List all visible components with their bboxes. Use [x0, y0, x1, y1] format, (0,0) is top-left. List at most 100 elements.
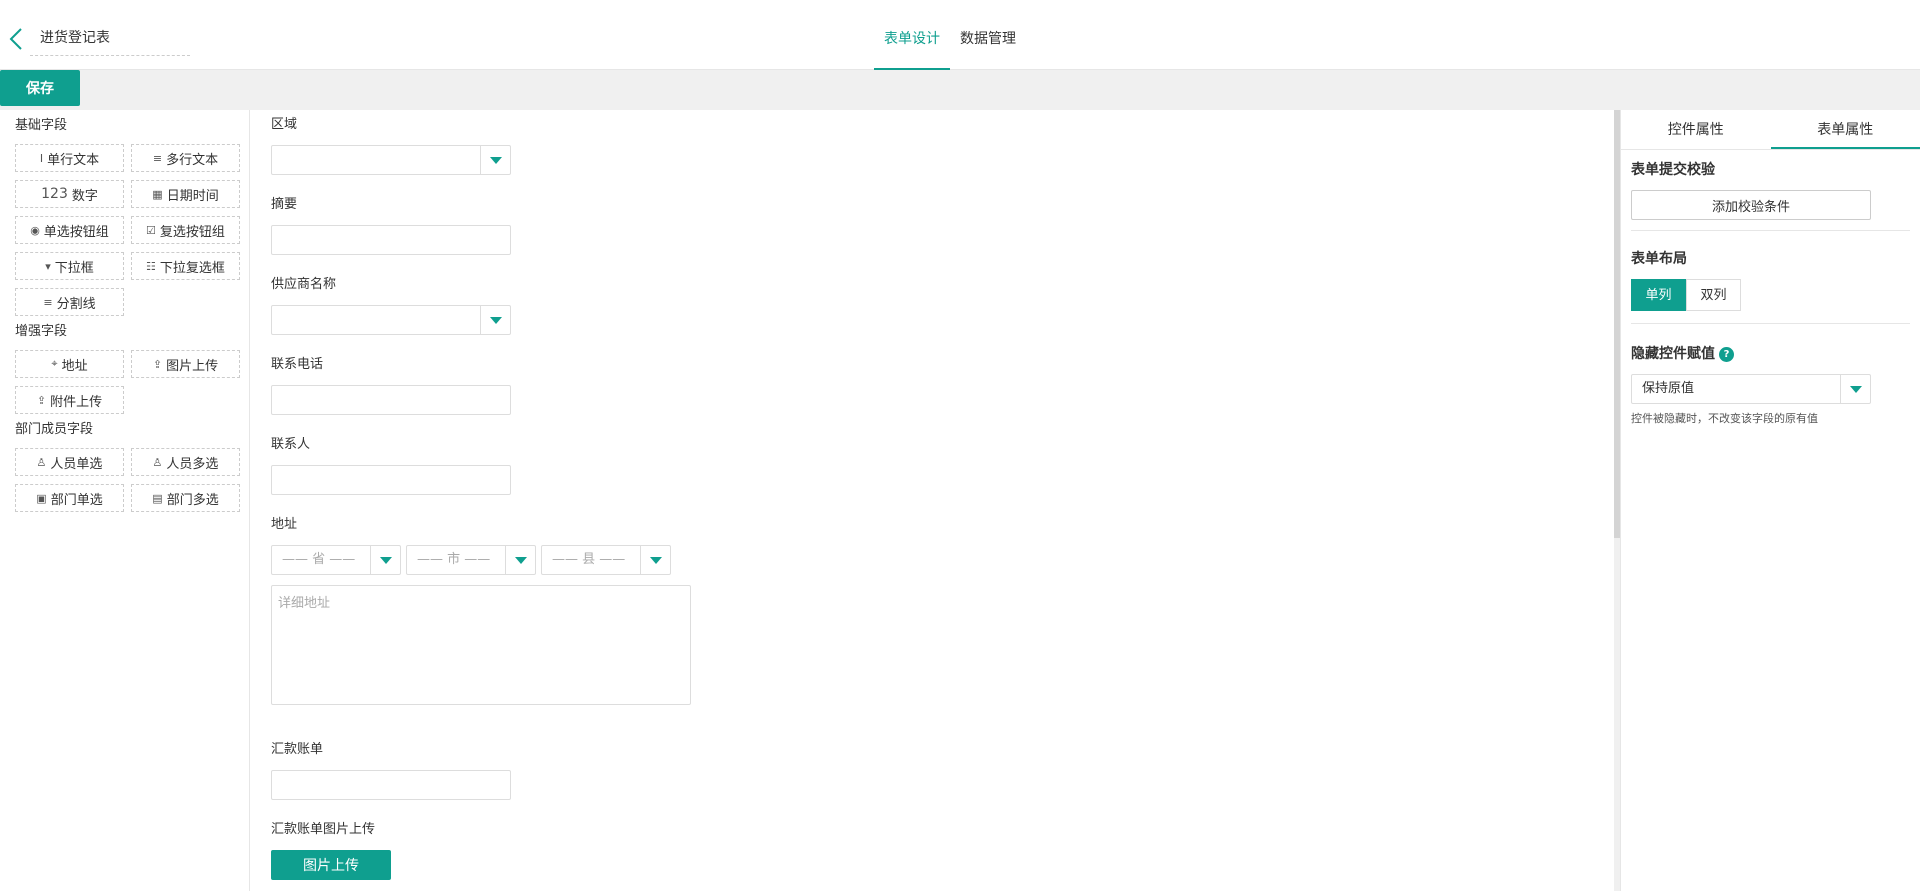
- image-upload-button[interactable]: 图片上传: [271, 850, 391, 880]
- form-field-summary[interactable]: 摘要: [271, 195, 511, 255]
- field-label: 下拉复选框: [159, 260, 225, 276]
- users-icon: ♙: [152, 455, 163, 469]
- form-title[interactable]: 进货登记表: [30, 26, 190, 56]
- field-label: 地址: [271, 517, 298, 532]
- city-select[interactable]: —— 市 ——: [406, 545, 536, 575]
- field-attachment-upload[interactable]: ⇪ 附件上传: [15, 386, 124, 414]
- radio-icon: ◉: [30, 223, 40, 237]
- properties-tabs: 控件属性 表单属性: [1621, 110, 1920, 150]
- phone-input[interactable]: [271, 385, 511, 415]
- dropdown-arrow-icon[interactable]: [505, 546, 535, 574]
- county-select[interactable]: —— 县 ——: [541, 545, 671, 575]
- dropdown-arrow-icon[interactable]: [480, 306, 510, 334]
- field-dropdown-multi[interactable]: ☷ 下拉复选框: [131, 252, 240, 280]
- layout-double-column-button[interactable]: 双列: [1686, 279, 1741, 311]
- province-select[interactable]: —— 省 ——: [271, 545, 401, 575]
- layout-title: 表单布局: [1631, 251, 1687, 267]
- field-radio-group[interactable]: ◉ 单选按钮组: [15, 216, 124, 244]
- field-label: 单行文本: [47, 152, 100, 168]
- text-cursor-icon: I: [39, 151, 44, 165]
- field-checkbox-group[interactable]: ☑ 复选按钮组: [131, 216, 240, 244]
- field-label: 供应商名称: [271, 277, 337, 292]
- tab-data-management[interactable]: 数据管理: [950, 0, 1026, 70]
- field-label: 汇款账单: [271, 742, 324, 757]
- supplier-select[interactable]: [271, 305, 511, 335]
- add-validation-button[interactable]: 添加校验条件: [1631, 190, 1871, 220]
- upload-icon: ⇪: [36, 393, 47, 407]
- hidden-value-selected: 保持原值: [1642, 381, 1695, 396]
- field-image-upload[interactable]: ⇪ 图片上传: [131, 350, 240, 378]
- field-dept-single[interactable]: ▣ 部门单选: [15, 484, 124, 512]
- divider: [1631, 230, 1910, 231]
- header: 进货登记表 表单设计 数据管理: [0, 0, 1920, 70]
- help-icon[interactable]: ?: [1719, 346, 1734, 362]
- field-dropdown[interactable]: ▾ 下拉框: [15, 252, 124, 280]
- form-field-address[interactable]: 地址 —— 省 —— —— 市 —— —— 县 —— 详细地址: [271, 515, 691, 705]
- region-select[interactable]: [271, 145, 511, 175]
- layout-single-column-button[interactable]: 单列: [1631, 279, 1686, 311]
- field-label: 复选按钮组: [159, 224, 225, 240]
- address-selects: —— 省 —— —— 市 —— —— 县 ——: [271, 545, 691, 575]
- form-canvas: 区域 摘要 供应商名称 联系电话 联系人 地址 —— 省 —— —— 市 —— …: [251, 110, 1614, 891]
- field-palette: 基础字段 I 单行文本 ≡ 多行文本 123 数字 ▦ 日期时间 ◉ 单选按钮组 ☑ 复选按…: [0, 110, 250, 891]
- address-detail-textarea[interactable]: 详细地址: [271, 585, 691, 705]
- field-label: 图片上传: [166, 358, 219, 374]
- field-label: 摘要: [271, 197, 298, 212]
- dept-fields-title: 部门成员字段: [15, 422, 94, 437]
- user-icon: ♙: [36, 455, 47, 469]
- dropdown-arrow-icon[interactable]: [480, 146, 510, 174]
- divider-icon: ≡: [43, 295, 53, 309]
- field-divider[interactable]: ≡ 分割线: [15, 288, 124, 316]
- contact-input[interactable]: [271, 465, 511, 495]
- field-address[interactable]: ⌖ 地址: [15, 350, 124, 378]
- field-label: 下拉框: [54, 260, 94, 276]
- field-label: 多行文本: [166, 152, 219, 168]
- field-datetime[interactable]: ▦ 日期时间: [131, 180, 240, 208]
- top-tabs: 表单设计 数据管理: [874, 0, 1026, 70]
- save-button[interactable]: 保存: [0, 70, 80, 106]
- basic-fields-title: 基础字段: [15, 118, 68, 133]
- textarea-icon: ≡: [152, 151, 163, 165]
- field-label: 单选按钮组: [43, 224, 109, 240]
- list-check-icon: ☷: [146, 259, 156, 273]
- tab-form-properties[interactable]: 表单属性: [1770, 110, 1920, 149]
- enhanced-fields-grid: ⌖ 地址 ⇪ 图片上传 ⇪ 附件上传: [0, 350, 249, 422]
- field-multi-line-text[interactable]: ≡ 多行文本: [131, 144, 240, 172]
- enhanced-fields-title: 增强字段: [15, 324, 68, 339]
- field-label: 联系人: [271, 437, 311, 452]
- hidden-value-section: 隐藏控件赋值? 保持原值 控件被隐藏时，不改变该字段的原有值: [1621, 344, 1920, 426]
- tab-form-design[interactable]: 表单设计: [874, 0, 950, 70]
- field-label: 分割线: [56, 296, 96, 312]
- field-label: 部门单选: [50, 492, 103, 508]
- basic-fields-grid: I 单行文本 ≡ 多行文本 123 数字 ▦ 日期时间 ◉ 单选按钮组 ☑ 复选按钮组 ▾ 下…: [0, 144, 249, 324]
- field-member-multi[interactable]: ♙ 人员多选: [131, 448, 240, 476]
- hidden-value-select[interactable]: 保持原值: [1631, 374, 1871, 404]
- back-arrow-icon[interactable]: [6, 26, 28, 52]
- number-icon: 123: [41, 186, 68, 202]
- field-member-single[interactable]: ♙ 人员单选: [15, 448, 124, 476]
- dropdown-icon: ▾: [45, 259, 51, 273]
- field-single-line-text[interactable]: I 单行文本: [15, 144, 124, 172]
- form-field-contact[interactable]: 联系人: [271, 435, 511, 495]
- field-dept-multi[interactable]: ▤ 部门多选: [131, 484, 240, 512]
- field-label: 区域: [271, 117, 298, 132]
- field-number[interactable]: 123 数字: [15, 180, 124, 208]
- field-label: 数字: [71, 188, 98, 204]
- form-field-remittance-image[interactable]: 汇款账单图片上传 图片上传: [271, 820, 391, 880]
- dept-fields-grid: ♙ 人员单选 ♙ 人员多选 ▣ 部门单选 ▤ 部门多选: [0, 448, 249, 520]
- field-label: 汇款账单图片上传: [271, 822, 376, 837]
- form-field-supplier[interactable]: 供应商名称: [271, 275, 511, 335]
- buildings-icon: ▤: [152, 491, 163, 505]
- calendar-icon: ▦: [152, 187, 163, 201]
- province-placeholder: —— 省 ——: [282, 552, 356, 567]
- tab-control-properties[interactable]: 控件属性: [1621, 110, 1771, 149]
- dropdown-arrow-icon[interactable]: [640, 546, 670, 574]
- city-placeholder: —— 市 ——: [417, 552, 491, 567]
- dropdown-arrow-icon[interactable]: [370, 546, 400, 574]
- remittance-input[interactable]: [271, 770, 511, 800]
- form-field-remittance[interactable]: 汇款账单: [271, 740, 511, 800]
- form-field-phone[interactable]: 联系电话: [271, 355, 511, 415]
- form-field-region[interactable]: 区域: [271, 115, 511, 175]
- dropdown-arrow-icon[interactable]: [1840, 375, 1870, 403]
- summary-input[interactable]: [271, 225, 511, 255]
